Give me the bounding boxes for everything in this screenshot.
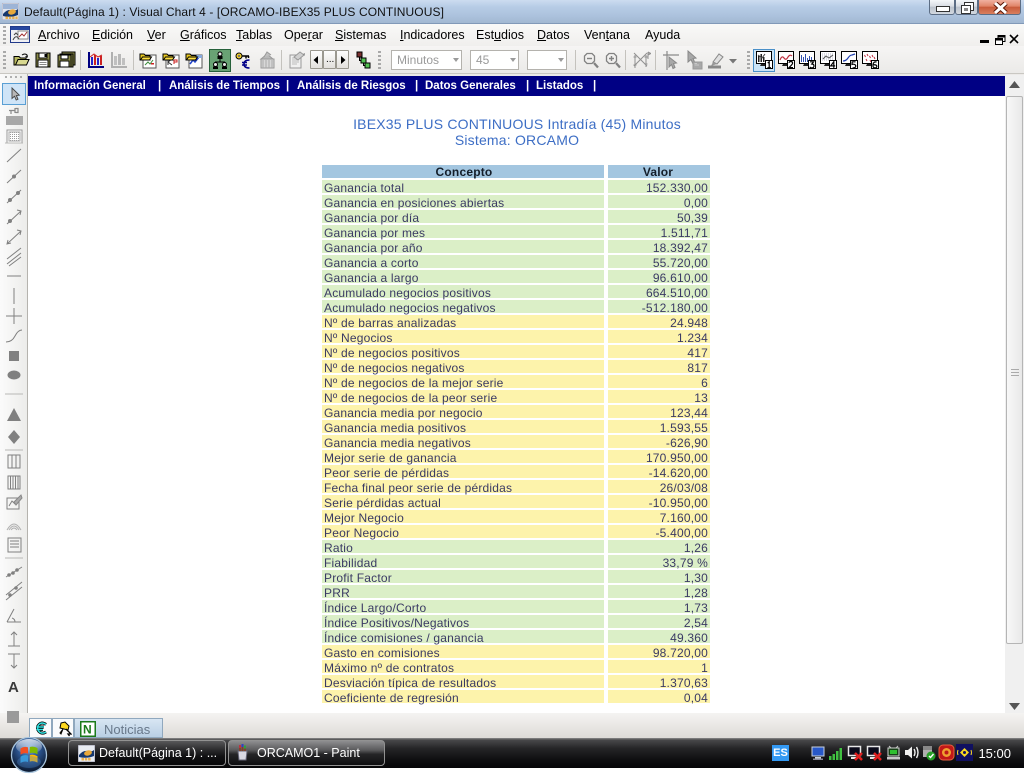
svg-text:N: N — [83, 723, 92, 737]
svg-text:A: A — [8, 679, 19, 696]
